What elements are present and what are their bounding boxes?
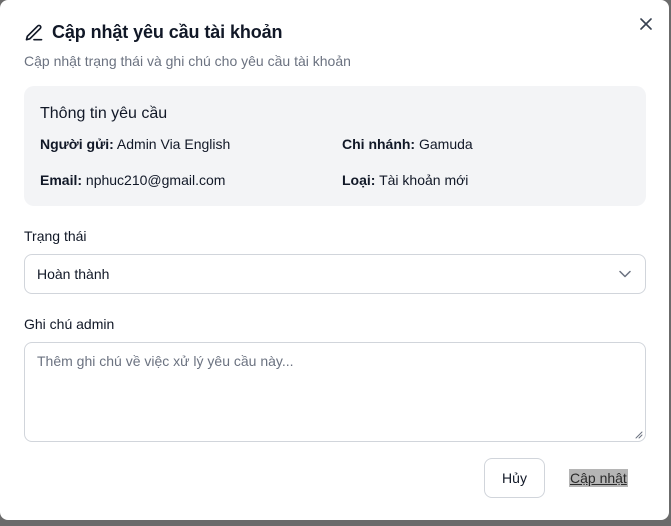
resize-handle-icon[interactable] bbox=[634, 430, 643, 439]
email-info: Email: nphuc210@gmail.com bbox=[40, 172, 225, 188]
update-account-request-dialog: Cập nhật yêu cầu tài khoản Cập nhật trạn… bbox=[0, 0, 669, 520]
dialog-title: Cập nhật yêu cầu tài khoản bbox=[52, 22, 283, 42]
admin-note-textarea[interactable]: Thêm ghi chú về việc xử lý yêu cầu này..… bbox=[24, 342, 646, 442]
sender-label: Người gửi: bbox=[40, 136, 114, 152]
branch-value: Gamuda bbox=[419, 136, 473, 152]
branch-info: Chi nhánh: Gamuda bbox=[342, 136, 473, 152]
type-label: Loại: bbox=[342, 172, 376, 188]
update-button[interactable]: Cập nhật bbox=[569, 469, 628, 487]
email-label: Email: bbox=[40, 172, 83, 188]
close-button[interactable] bbox=[636, 14, 656, 34]
type-value: Tài khoản mới bbox=[379, 172, 469, 188]
admin-note-placeholder: Thêm ghi chú về việc xử lý yêu cầu này..… bbox=[37, 353, 294, 369]
chevron-down-icon bbox=[619, 270, 631, 278]
cancel-button[interactable]: Hủy bbox=[484, 458, 545, 498]
sender-info: Người gửi: Admin Via English bbox=[40, 136, 230, 152]
type-info: Loại: Tài khoản mới bbox=[342, 172, 468, 188]
request-info-panel: Thông tin yêu cầu Người gửi: Admin Via E… bbox=[24, 86, 646, 206]
dialog-subtitle: Cập nhật trạng thái và ghi chú cho yêu c… bbox=[24, 53, 351, 69]
branch-label: Chi nhánh: bbox=[342, 136, 416, 152]
close-icon bbox=[640, 18, 652, 30]
status-label: Trạng thái bbox=[24, 228, 87, 244]
dialog-header: Cập nhật yêu cầu tài khoản Cập nhật trạn… bbox=[24, 22, 351, 69]
status-select[interactable]: Hoàn thành bbox=[24, 254, 646, 294]
email-value: nphuc210@gmail.com bbox=[85, 172, 226, 188]
status-selected-value: Hoàn thành bbox=[37, 266, 110, 282]
admin-note-label: Ghi chú admin bbox=[24, 316, 115, 332]
request-info-heading: Thông tin yêu cầu bbox=[40, 105, 168, 122]
pencil-icon bbox=[25, 24, 43, 41]
sender-value: Admin Via English bbox=[116, 136, 231, 152]
